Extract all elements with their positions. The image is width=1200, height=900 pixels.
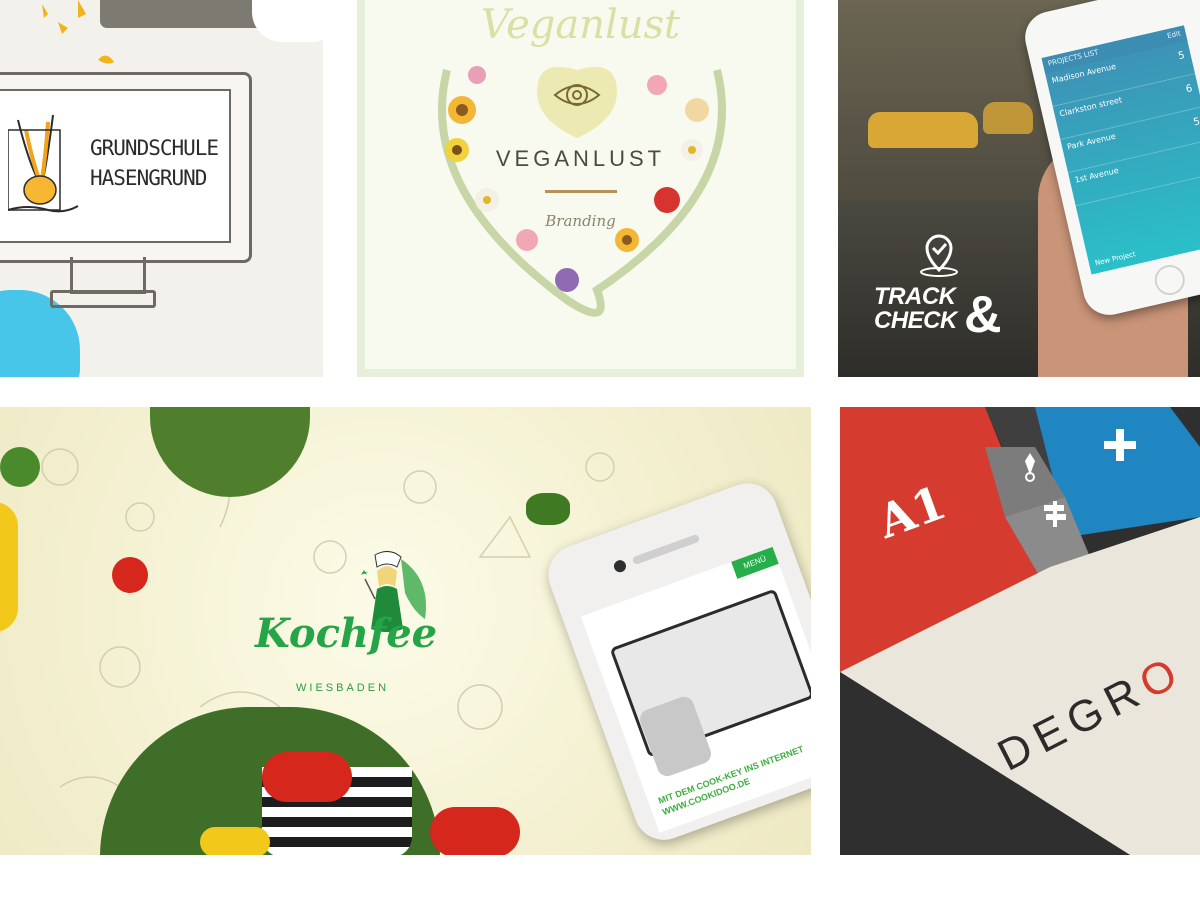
logo-line-1: TRACK — [874, 283, 956, 310]
portfolio-tile-kochfee[interactable]: Kochfee WIESBADEN MENÜ MIT DEM COOK-KEY … — [0, 407, 811, 855]
broccoli-shape — [526, 493, 570, 525]
title-line-1: GRUNDSCHULE — [90, 136, 219, 160]
veganlust-category: Branding — [545, 212, 616, 230]
portfolio-tile-veganlust[interactable]: Veganlust VEGANLUST Branding — [357, 0, 804, 377]
logo-ampersand: & — [964, 286, 1002, 344]
portfolio-tile-track-check[interactable]: TRACK CHECK & PROJECTS LIST Edit Madison… — [838, 0, 1200, 377]
divider — [545, 190, 617, 193]
list-item-count: 5 — [1177, 50, 1186, 63]
veganlust-name: VEGANLUST — [495, 146, 666, 171]
lemon-shape — [200, 827, 270, 855]
cloud-shape — [252, 0, 323, 42]
phone-camera-icon — [612, 558, 628, 574]
tomatoes-shape — [430, 807, 520, 855]
location-check-icon — [920, 234, 958, 277]
logo-line-2: CHECK — [874, 307, 957, 334]
portfolio-tile-degro[interactable]: A1 DEGRO — [840, 407, 1200, 855]
monitor-stand — [70, 257, 146, 294]
signpost-icon — [1044, 501, 1066, 527]
brush-icon — [1025, 453, 1035, 482]
pepper-green-shape — [0, 447, 40, 487]
track-check-logo: TRACK CHECK — [874, 285, 957, 333]
phone-speaker — [631, 533, 701, 566]
taxi-shape — [868, 112, 978, 148]
plus-icon — [1104, 429, 1136, 461]
pepper-shape — [0, 502, 18, 632]
app-header-edit: Edit — [1166, 29, 1182, 41]
tomato-shape — [112, 557, 148, 593]
rabbit-logo-icon — [8, 114, 79, 213]
portfolio-tile-grundschule[interactable]: GRUNDSCHULE HASENGRUND — [0, 0, 323, 377]
list-item-count: 6 — [1184, 83, 1194, 96]
devices-image — [609, 588, 811, 758]
page-title: GRUNDSCHULE HASENGRUND — [90, 133, 230, 193]
menu-button[interactable]: MENÜ — [731, 546, 779, 579]
monitor-base — [50, 290, 156, 308]
flower-heart-wreath-icon — [438, 66, 726, 317]
new-project-label: New Project — [1094, 250, 1137, 268]
title-line-2: HASENGRUND — [90, 166, 207, 190]
home-button-icon — [1151, 262, 1188, 299]
red-pepper-shape — [262, 752, 352, 802]
kochfee-city: WIESBADEN — [296, 682, 390, 694]
list-item-count: 5 — [1192, 116, 1200, 129]
kochfee-logo: Kochfee — [255, 610, 438, 657]
taxi-shape — [983, 102, 1033, 134]
